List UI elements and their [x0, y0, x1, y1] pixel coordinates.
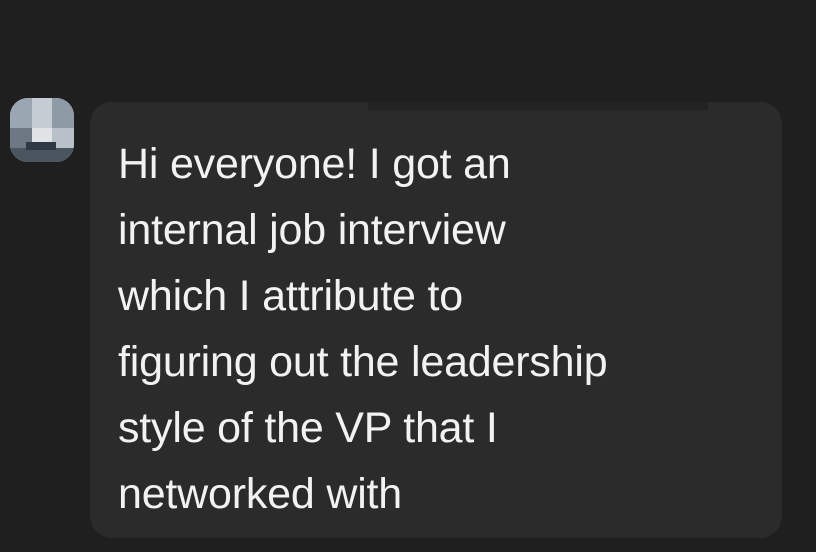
avatar-photo-segment — [52, 98, 74, 128]
chat-screen: Hi everyone! I got an internal job inter… — [0, 0, 816, 552]
message-text: Hi everyone! I got an internal job inter… — [118, 140, 608, 518]
avatar-photo-segment — [32, 98, 52, 128]
avatar-photo-segment — [10, 148, 74, 162]
avatar-photo-segment — [10, 98, 32, 128]
sender-avatar[interactable] — [10, 98, 74, 162]
avatar-photo-segment — [26, 142, 56, 150]
bubble-top-edge — [368, 102, 708, 110]
